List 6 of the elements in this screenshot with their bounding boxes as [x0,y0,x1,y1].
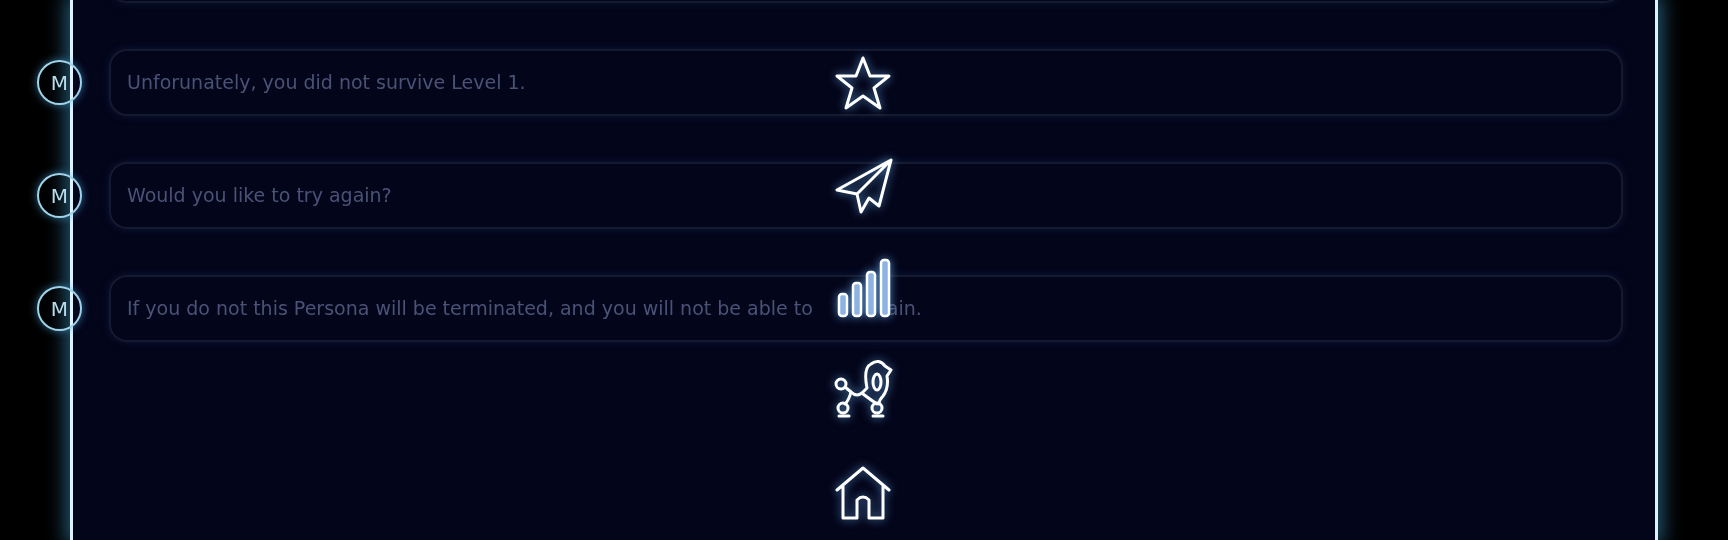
avatar: M [37,286,82,331]
message-text: If you do not this Persona will be terminated, and you will not be able to [127,296,813,322]
avatar: M [37,60,82,105]
message-text: Would you like to try again? [127,183,392,209]
message-text: Unforunately, you did not survive Level 1. [127,70,526,96]
avatar: M [37,173,82,218]
